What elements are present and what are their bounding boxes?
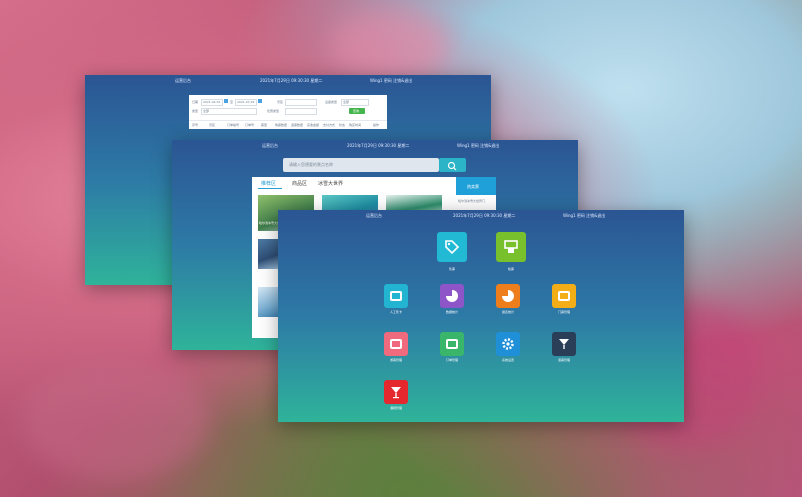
tab-recommend[interactable]: 推荐区 [261, 180, 276, 187]
topbar: 运营后台 2021年7月29日 09:30:30 星期二 Wing1 密码 注销… [172, 140, 578, 150]
app-report-stats[interactable] [496, 284, 520, 308]
device-select[interactable]: 全部 [341, 99, 369, 106]
tab-ice-world[interactable]: 冰雪大世界 [318, 180, 343, 187]
brand: 运营后台 [366, 213, 382, 218]
app-label: 退票管理 [557, 358, 570, 362]
app-label: 检票 [507, 267, 514, 271]
label-discount: 优惠类型 [267, 109, 280, 113]
user-links[interactable]: Wing1 密码 注销&退出 [563, 213, 605, 219]
pie-icon [446, 290, 458, 302]
app-data-stats[interactable] [440, 284, 464, 308]
label-scenic: 景区 [277, 100, 284, 104]
app-label: 系统设置 [501, 358, 514, 362]
tab-goods[interactable]: 商品区 [292, 180, 307, 187]
calendar-icon[interactable] [258, 99, 262, 103]
date-start-input[interactable]: 2021-02-01 [201, 99, 223, 106]
label-to: 至 [230, 100, 234, 104]
app-refund-manage[interactable] [552, 332, 576, 356]
app-visitor-manage[interactable] [384, 332, 408, 356]
app-ticket-manage[interactable] [552, 284, 576, 308]
scenic-select[interactable] [285, 99, 317, 106]
user-links[interactable]: Wing1 密码 注销&退出 [457, 143, 499, 149]
table-header: 序号 景区 订单编号 订单号 票型 购票数量 退票数量 实收金额 支付方式 状态… [189, 120, 387, 129]
hot-ticket-item[interactable]: 哈尔滨冰雪大世界门 [458, 199, 485, 203]
order-icon [446, 339, 458, 349]
app-label: 售票 [448, 267, 455, 271]
calendar-icon[interactable] [224, 99, 228, 103]
window-dashboard: 运营后台 2021年7月29日 09:30:30 星期二 Wing1 密码 注销… [278, 210, 684, 422]
label-date: 日期 [192, 100, 199, 104]
app-manual-card[interactable] [384, 284, 408, 308]
datetime: 2021年7月29日 09:30:30 星期二 [453, 213, 516, 218]
product-label: 冰雪大世界门票 [259, 317, 281, 321]
app-sell-ticket[interactable] [437, 232, 467, 262]
search-input[interactable]: 请输入您想要的景点名称 [283, 158, 439, 172]
tab-underline [258, 188, 282, 189]
ticket-icon [558, 291, 570, 301]
query-button[interactable]: 查询 [349, 108, 365, 114]
app-label: 报表统计 [501, 310, 514, 314]
user-links[interactable]: Wing1 密码 注销&退出 [370, 78, 412, 84]
gate-icon [504, 240, 518, 253]
label-type: 类型 [192, 109, 199, 113]
product-label: 冰雪大世界门票 [259, 269, 281, 273]
tag-icon [445, 240, 460, 255]
app-order-manage[interactable] [440, 332, 464, 356]
background-blob [20, 360, 210, 480]
product-thumb[interactable] [258, 239, 280, 269]
cup-icon [559, 339, 569, 349]
app-system-settings[interactable] [496, 332, 520, 356]
date-end-input[interactable]: 2021-07-29 [235, 99, 257, 106]
topbar: 运营后台 2021年7月29日 09:30:30 星期二 Wing1 密码 注销… [85, 75, 491, 85]
user-icon [390, 339, 402, 349]
app-label: 酒吧管理 [389, 406, 402, 410]
gear-icon [502, 338, 514, 350]
brand: 运营后台 [175, 78, 191, 83]
app-label: 游客管理 [389, 358, 402, 362]
app-check-ticket[interactable] [496, 232, 526, 262]
card-icon [390, 291, 402, 301]
app-bar-manage[interactable] [384, 380, 408, 404]
discount-select[interactable] [285, 108, 317, 115]
query-panel: 日期 2021-02-01 至 2021-07-29 景区 设备类型 全部 类型… [189, 95, 387, 129]
chart-icon [502, 290, 514, 302]
brand: 运营后台 [262, 143, 278, 148]
datetime: 2021年7月29日 09:30:30 星期二 [347, 143, 410, 148]
hot-ticket-header: 热卖票 [456, 177, 496, 195]
datetime: 2021年7月29日 09:30:30 星期二 [260, 78, 323, 83]
label-device: 设备类型 [325, 100, 338, 104]
product-thumb[interactable] [258, 287, 280, 317]
app-label: 订单管理 [445, 358, 458, 362]
cocktail-icon [391, 387, 401, 399]
background-blob [330, 10, 450, 80]
type-select[interactable]: 全部 [201, 108, 257, 115]
app-label: 人工售卡 [389, 310, 402, 314]
topbar: 运营后台 2021年7月29日 09:30:30 星期二 Wing1 密码 注销… [278, 210, 684, 220]
search-button[interactable] [439, 158, 466, 172]
search-icon [447, 161, 457, 171]
app-label: 数据统计 [445, 310, 458, 314]
app-label: 门票管理 [557, 310, 570, 314]
